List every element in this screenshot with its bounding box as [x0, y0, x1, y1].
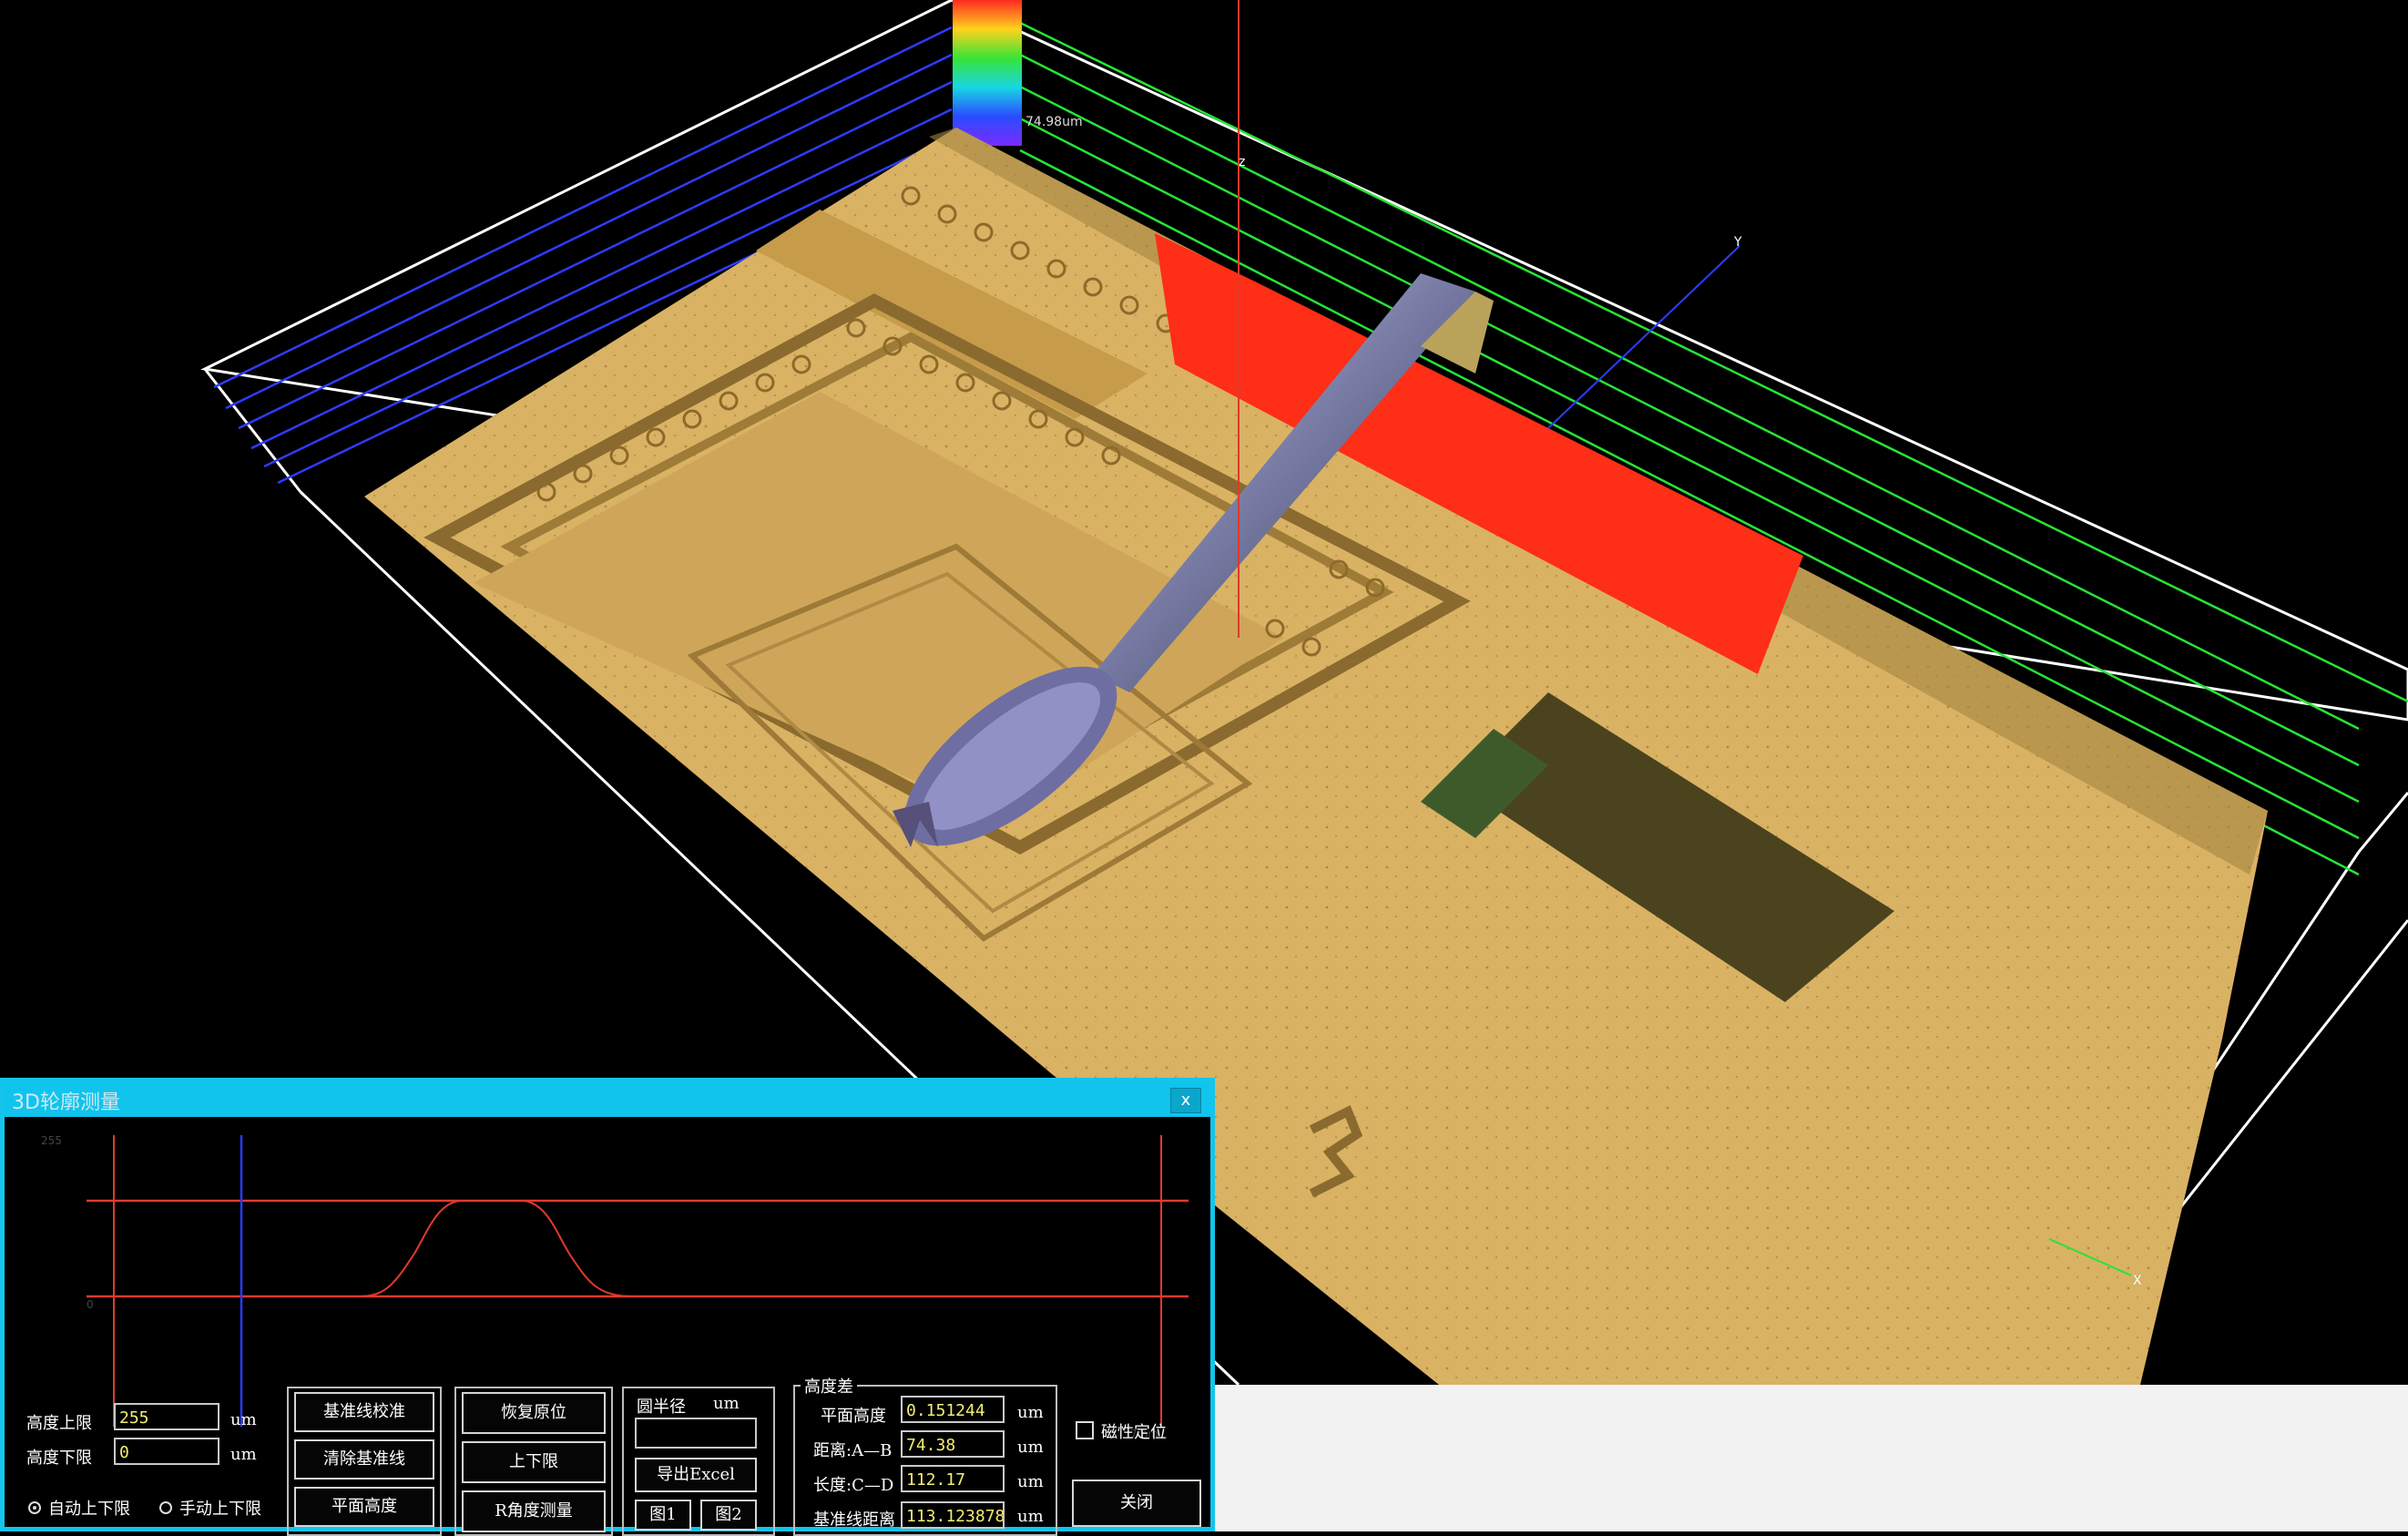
- dialog-title: 3D轮廓测量: [12, 1091, 120, 1114]
- plane-height-label: 平面高度: [821, 1407, 886, 1426]
- screen-background-panel: [1215, 1385, 2408, 1531]
- figure1-button[interactable]: 图1: [635, 1500, 691, 1531]
- length-cd-value[interactable]: 112.17: [901, 1465, 1005, 1492]
- radius-label: 圆半径: [637, 1398, 686, 1417]
- dist-ab-unit: um: [1017, 1438, 1044, 1457]
- export-excel-button[interactable]: 导出Excel: [635, 1458, 757, 1492]
- baseline-clear-button[interactable]: 清除基准线: [294, 1439, 434, 1480]
- auto-limit-radio[interactable]: [28, 1501, 41, 1514]
- plane-height-button[interactable]: 平面高度: [294, 1487, 434, 1527]
- plane-height-value[interactable]: 0.151244: [901, 1396, 1005, 1423]
- upper-limit-input[interactable]: 255: [114, 1403, 219, 1430]
- axis-z-label: z: [1239, 155, 1245, 169]
- magnetic-positioning-label: 磁性定位: [1101, 1423, 1167, 1442]
- height-diff-legend: 高度差: [801, 1374, 857, 1398]
- close-dialog-button[interactable]: 关闭: [1072, 1480, 1201, 1527]
- dist-ab-label: 距离:A—B: [813, 1441, 893, 1460]
- manual-limit-label: 手动上下限: [179, 1500, 261, 1519]
- lower-limit-label: 高度下限: [26, 1449, 92, 1468]
- plane-height-unit: um: [1017, 1403, 1044, 1422]
- dist-ab-value[interactable]: 74.38: [901, 1430, 1005, 1458]
- length-cd-label: 长度:C—D: [813, 1476, 894, 1495]
- axis-y-label: Y: [1733, 235, 1742, 250]
- height-colorbar: [953, 0, 1022, 146]
- upper-lower-limit-button[interactable]: 上下限: [462, 1441, 606, 1483]
- baseline-calibrate-button[interactable]: 基准线校准: [294, 1392, 434, 1432]
- lower-limit-input[interactable]: 0: [114, 1438, 219, 1465]
- dialog-titlebar[interactable]: 3D轮廓测量 x: [5, 1082, 1210, 1117]
- profile-y-top-tick: 255: [41, 1134, 62, 1147]
- length-cd-unit: um: [1017, 1472, 1044, 1491]
- upper-limit-label: 高度上限: [26, 1414, 92, 1433]
- colorbar-label: 74.98um: [1025, 115, 1083, 129]
- profile-curve: [87, 1200, 1189, 1297]
- lower-limit-unit: um: [230, 1445, 257, 1464]
- profile-y-bottom-tick: 0: [87, 1298, 94, 1311]
- magnetic-positioning-checkbox[interactable]: [1076, 1421, 1094, 1439]
- axis-x-label: X: [2133, 1274, 2142, 1288]
- auto-limit-label: 自动上下限: [48, 1500, 130, 1519]
- profile-measure-dialog: 3D轮廓测量 x 255 0 7mm 高度上限 255 um 高度下限 0 um…: [0, 1078, 1215, 1536]
- upper-limit-unit: um: [230, 1410, 257, 1429]
- manual-limit-radio[interactable]: [159, 1501, 172, 1514]
- baseline-dist-unit: um: [1017, 1507, 1044, 1526]
- radius-input[interactable]: [635, 1418, 757, 1449]
- baseline-dist-value[interactable]: 113.123878: [901, 1501, 1005, 1529]
- baseline-dist-label: 基准线距离: [813, 1510, 895, 1530]
- restore-position-button[interactable]: 恢复原位: [462, 1392, 606, 1434]
- figure2-button[interactable]: 图2: [700, 1500, 757, 1531]
- r-angle-measure-button[interactable]: R角度测量: [462, 1490, 606, 1532]
- radius-unit: um: [713, 1394, 740, 1413]
- dialog-close-button[interactable]: x: [1170, 1088, 1201, 1113]
